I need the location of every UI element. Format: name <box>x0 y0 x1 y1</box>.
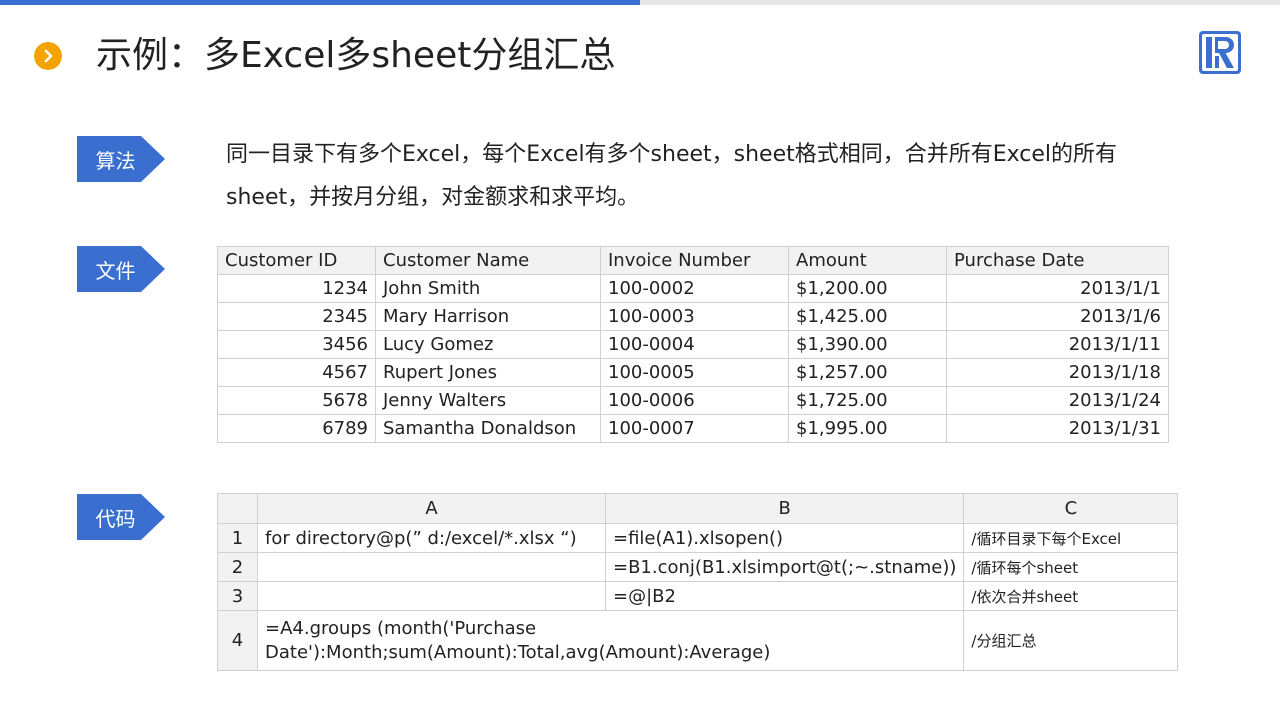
r-logo-icon <box>1199 31 1241 74</box>
code-cell-b: =file(A1).xlsopen() <box>604 523 965 553</box>
code-grid: A B C 1 for directory@p(” d:/excel/*.xls… <box>217 493 1179 671</box>
cell-amount: $1,425.00 <box>788 302 947 331</box>
cell-invoice-number: 100-0002 <box>600 274 789 303</box>
column-header-a: A <box>257 493 606 524</box>
corner-cell <box>217 493 258 524</box>
cell-purchase-date: 2013/1/1 <box>946 274 1169 303</box>
column-header: Invoice Number <box>600 246 789 275</box>
cell-amount: $1,200.00 <box>788 274 947 303</box>
section-tag-code: 代码 <box>77 494 165 540</box>
cell-customer-id: 2345 <box>217 302 376 331</box>
cell-purchase-date: 2013/1/18 <box>946 358 1169 387</box>
cell-invoice-number: 100-0004 <box>600 330 789 359</box>
code-row: 3 =@|B2 /依次合并sheet <box>217 581 1179 611</box>
section-tag-label: 算法 <box>95 148 136 173</box>
code-cell-a <box>257 552 606 582</box>
section-tag-label: 代码 <box>95 506 136 531</box>
cell-amount: $1,995.00 <box>788 414 947 443</box>
row-number: 4 <box>217 610 258 671</box>
cell-amount: $1,390.00 <box>788 330 947 359</box>
cell-customer-name: Lucy Gomez <box>375 330 601 359</box>
table-row: 6789 Samantha Donaldson 100-0007 $1,995.… <box>217 414 1169 443</box>
cell-purchase-date: 2013/1/24 <box>946 386 1169 415</box>
cell-invoice-number: 100-0006 <box>600 386 789 415</box>
cell-amount: $1,725.00 <box>788 386 947 415</box>
code-comment: /循环目录下每个Excel <box>963 523 1179 553</box>
column-header: Purchase Date <box>946 246 1169 275</box>
top-accent-bar <box>0 0 640 5</box>
file-data-table: Customer ID Customer Name Invoice Number… <box>217 246 1169 443</box>
code-comment: /循环每个sheet <box>963 552 1179 582</box>
table-header-row: Customer ID Customer Name Invoice Number… <box>217 246 1169 275</box>
code-row: 1 for directory@p(” d:/excel/*.xlsx “) =… <box>217 523 1179 553</box>
code-cell-a: for directory@p(” d:/excel/*.xlsx “) <box>257 523 606 553</box>
table-row: 2345 Mary Harrison 100-0003 $1,425.00 20… <box>217 302 1169 331</box>
row-number: 2 <box>217 552 258 582</box>
code-row: 2 =B1.conj(B1.xlsimport@t(;~.stname)) /循… <box>217 552 1179 582</box>
cell-purchase-date: 2013/1/11 <box>946 330 1169 359</box>
code-cell-a: =A4.groups (month('Purchase Date'):Month… <box>256 610 965 671</box>
cell-invoice-number: 100-0003 <box>600 302 789 331</box>
top-grey-bar <box>640 0 1280 5</box>
algorithm-description: 同一目录下有多个Excel，每个Excel有多个sheet，sheet格式相同，… <box>226 142 1118 210</box>
cell-customer-id: 5678 <box>217 386 376 415</box>
code-cell-a <box>257 581 606 611</box>
table-row: 4567 Rupert Jones 100-0005 $1,257.00 201… <box>217 358 1169 387</box>
table-row: 3456 Lucy Gomez 100-0004 $1,390.00 2013/… <box>217 330 1169 359</box>
cell-customer-name: Mary Harrison <box>375 302 601 331</box>
cell-customer-name: John Smith <box>375 274 601 303</box>
column-header-c: C <box>963 493 1179 524</box>
cell-amount: $1,257.00 <box>788 358 947 387</box>
cell-customer-id: 6789 <box>217 414 376 443</box>
code-comment: /依次合并sheet <box>963 581 1179 611</box>
cell-customer-name: Jenny Walters <box>375 386 601 415</box>
cell-purchase-date: 2013/1/31 <box>946 414 1169 443</box>
column-header: Amount <box>788 246 947 275</box>
column-header: Customer ID <box>217 246 376 275</box>
section-tag-files: 文件 <box>77 246 165 292</box>
section-tag-algorithm: 算法 <box>77 136 165 182</box>
row-number: 1 <box>217 523 258 553</box>
code-header-row: A B C <box>217 493 1179 524</box>
row-number: 3 <box>217 581 258 611</box>
cell-customer-id: 3456 <box>217 330 376 359</box>
cell-invoice-number: 100-0005 <box>600 358 789 387</box>
page-title: 示例：多Excel多sheet分组汇总 <box>96 35 616 76</box>
cell-customer-name: Samantha Donaldson <box>375 414 601 443</box>
column-header-b: B <box>604 493 965 524</box>
code-row: 4 =A4.groups (month('Purchase Date'):Mon… <box>217 610 1179 671</box>
table-row: 5678 Jenny Walters 100-0006 $1,725.00 20… <box>217 386 1169 415</box>
cell-customer-id: 4567 <box>217 358 376 387</box>
section-tag-label: 文件 <box>95 258 136 283</box>
chevron-right-icon <box>34 42 62 70</box>
code-cell-b: =B1.conj(B1.xlsimport@t(;~.stname)) <box>604 552 965 582</box>
cell-customer-name: Rupert Jones <box>375 358 601 387</box>
cell-purchase-date: 2013/1/6 <box>946 302 1169 331</box>
code-comment: /分组汇总 <box>963 610 1179 671</box>
table-row: 1234 John Smith 100-0002 $1,200.00 2013/… <box>217 274 1169 303</box>
cell-customer-id: 1234 <box>217 274 376 303</box>
column-header: Customer Name <box>375 246 601 275</box>
cell-invoice-number: 100-0007 <box>600 414 789 443</box>
code-cell-b: =@|B2 <box>604 581 965 611</box>
